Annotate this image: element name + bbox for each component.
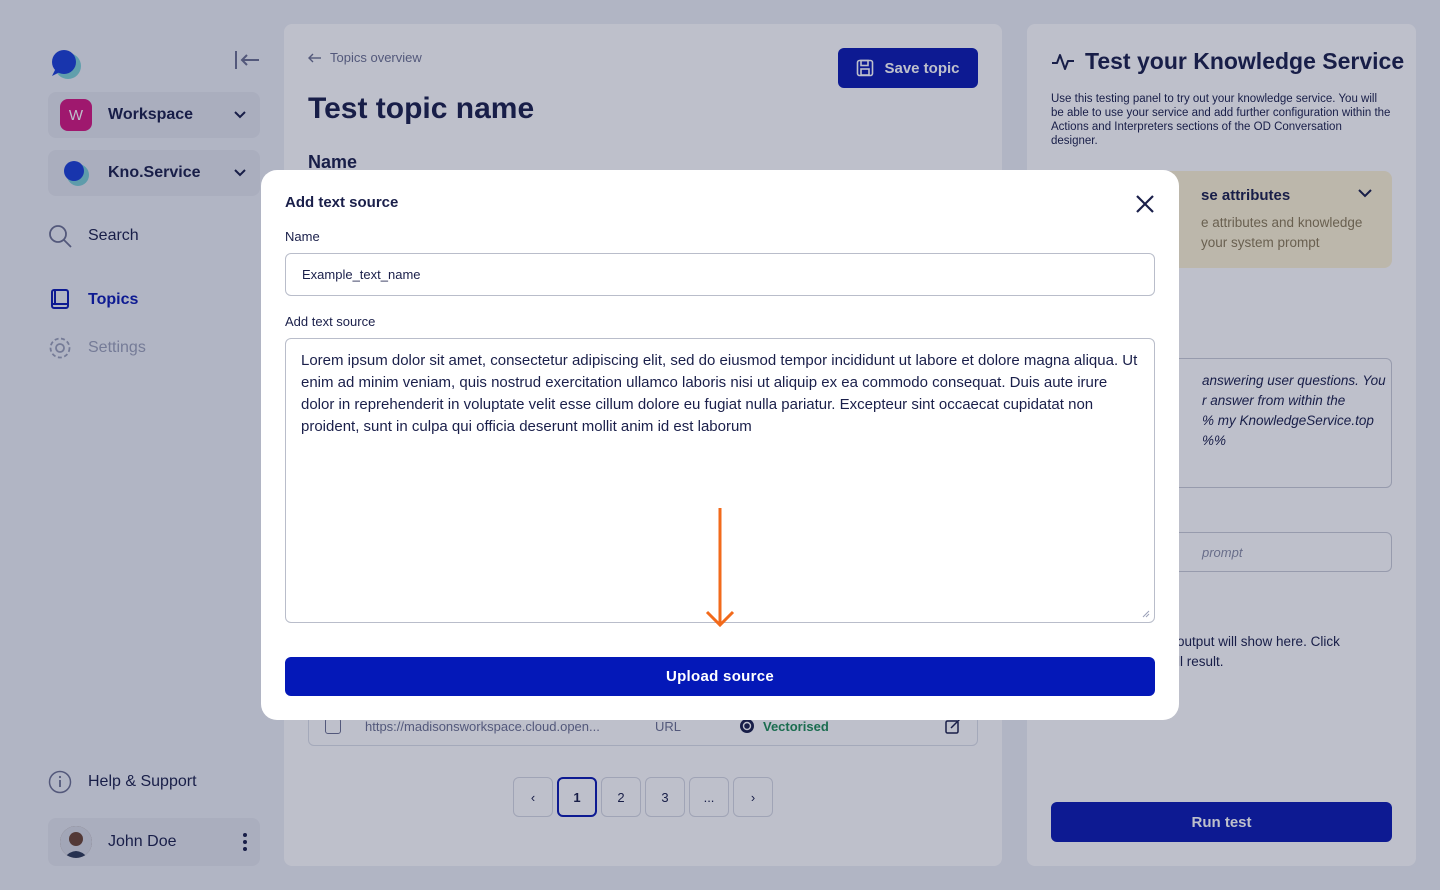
name-field[interactable]: Example_text_name [285,253,1155,296]
close-icon[interactable] [1133,192,1157,216]
text-source-label: Add text source [285,314,376,329]
text-source-content: Lorem ipsum dolor sit amet, consectetur … [301,352,1138,435]
add-text-source-modal: Add text source Name Example_text_name A… [261,170,1179,720]
name-field-label: Name [285,229,320,244]
modal-title: Add text source [285,194,399,211]
upload-source-button[interactable]: Upload source [285,657,1155,696]
resize-handle-icon[interactable] [1142,610,1150,618]
arrow-down-icon [705,508,735,628]
